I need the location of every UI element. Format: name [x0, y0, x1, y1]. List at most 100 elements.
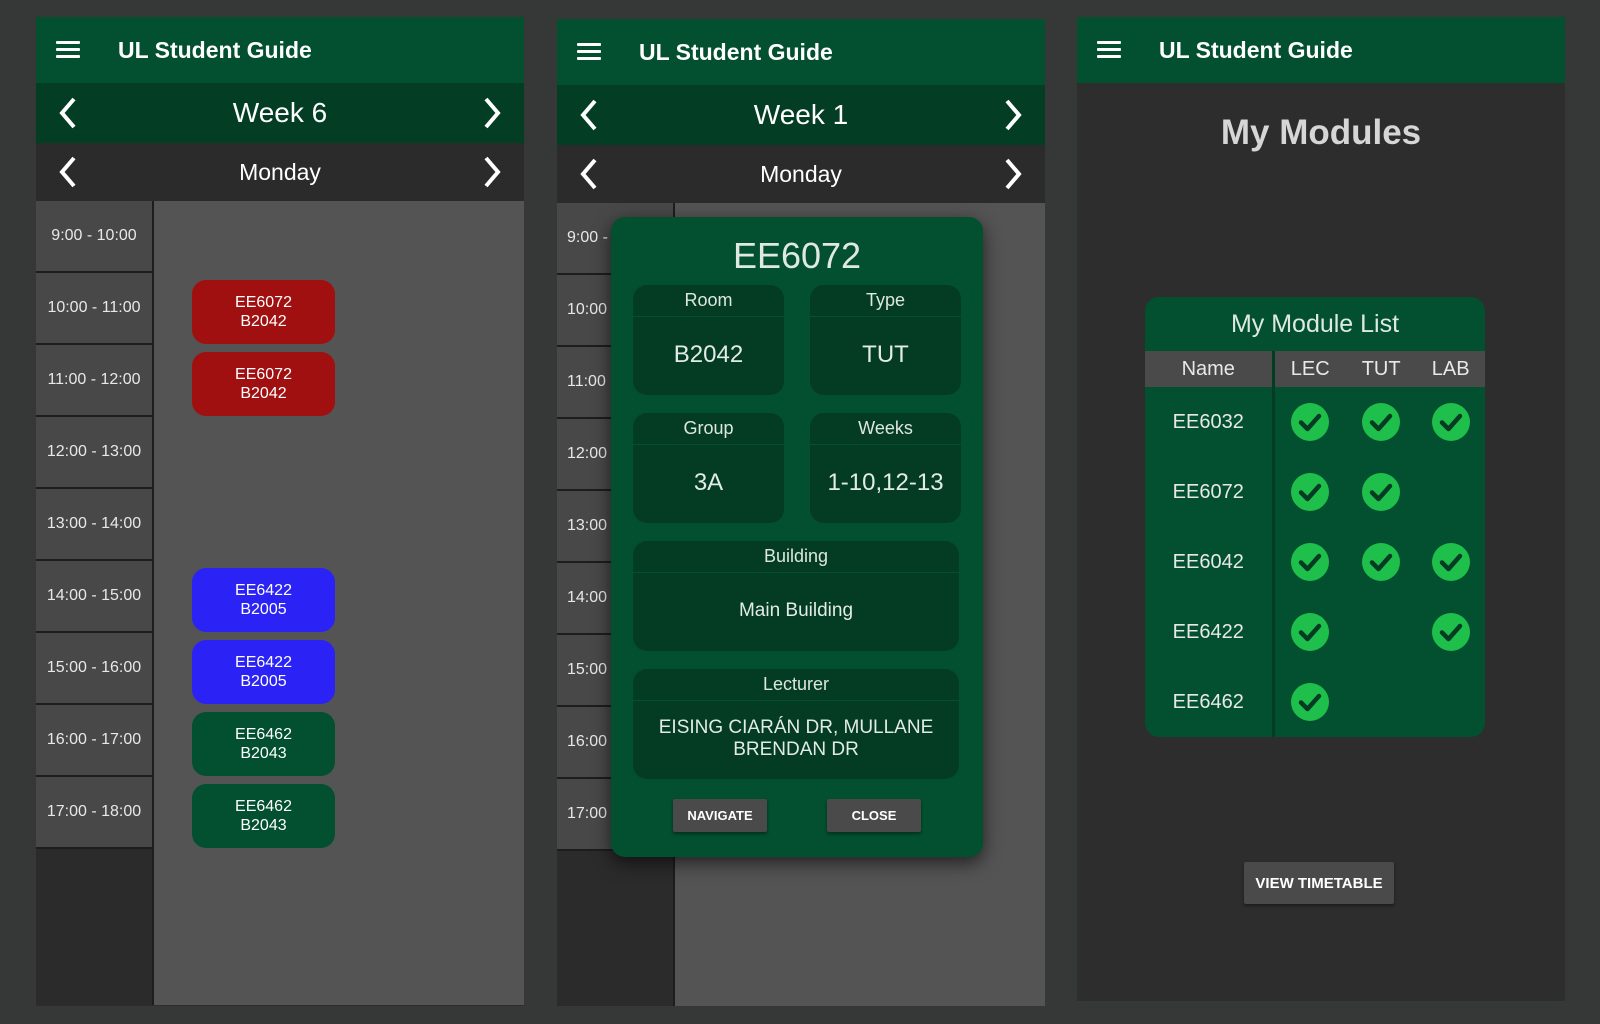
previous-week-chevron-left-icon[interactable]: [575, 98, 603, 132]
class-block-lecture[interactable]: EE6072 B2042: [192, 352, 335, 416]
module-name: EE6032: [1145, 387, 1275, 457]
group-card: Group 3A: [633, 413, 784, 523]
checkmark-icon: [1291, 683, 1330, 721]
class-module: EE6422: [235, 582, 292, 599]
day-schedule: 9:00 - 10:00 10:00 - 11:00 11:00 - 12:00…: [36, 201, 524, 1005]
building-card: Building Main Building: [633, 541, 959, 651]
view-timetable-button[interactable]: VIEW TIMETABLE: [1244, 862, 1394, 904]
navigate-button[interactable]: NAVIGATE: [673, 799, 767, 832]
column-header-lab: LAB: [1416, 351, 1485, 387]
building-value: Main Building: [738, 600, 854, 621]
class-room: B2005: [240, 673, 287, 690]
hamburger-menu-icon[interactable]: [56, 41, 80, 59]
class-room: B2043: [240, 745, 287, 762]
previous-day-chevron-left-icon[interactable]: [54, 155, 82, 189]
class-block-tutorial[interactable]: EE6462 B2043: [192, 712, 335, 776]
lecturer-label: Lecturer: [633, 669, 959, 701]
checkmark-icon: [1362, 473, 1401, 511]
tut-cell: [1346, 457, 1416, 527]
hamburger-menu-icon[interactable]: [577, 43, 601, 61]
column-header-tut: TUT: [1346, 351, 1417, 387]
time-slot: 9:00 - 10:00: [36, 201, 152, 273]
app-title: UL Student Guide: [1159, 36, 1353, 63]
lec-cell: [1273, 597, 1346, 667]
module-row: EE6072: [1145, 457, 1485, 527]
checkmark-icon: [1431, 613, 1470, 651]
week-selector: Week 6: [36, 83, 524, 143]
class-block-lecture[interactable]: EE6072 B2042: [192, 280, 335, 344]
tut-cell: [1346, 387, 1416, 457]
app-title: UL Student Guide: [639, 38, 833, 65]
lab-cell: [1416, 597, 1485, 667]
lab-cell: [1416, 387, 1485, 457]
lab-cell: [1416, 527, 1485, 597]
module-row: EE6462: [1145, 667, 1485, 737]
group-label: Group: [633, 413, 784, 445]
class-block-tutorial[interactable]: EE6462 B2043: [192, 784, 335, 848]
app-bar: UL Student Guide: [36, 17, 524, 83]
time-slot: 12:00 - 13:00: [36, 417, 152, 489]
class-module: EE6462: [235, 798, 292, 815]
time-slot: 10:00 - 11:00: [36, 273, 152, 345]
weeks-card: Weeks 1-10,12-13: [810, 413, 961, 523]
type-value: TUT: [862, 341, 909, 368]
room-value: B2042: [673, 341, 744, 368]
room-card: Room B2042: [633, 285, 784, 395]
lecturer-value: EISING CIARÁN DR, MULLANE BRENDAN DR: [658, 717, 934, 760]
module-table: Name LEC TUT LAB EE6032 EE6072 EE6042 EE642…: [1145, 351, 1485, 737]
tut-cell: [1346, 597, 1416, 667]
lab-cell: [1416, 667, 1485, 737]
module-row: EE6032: [1145, 387, 1485, 457]
module-row: EE6042: [1145, 527, 1485, 597]
week-label: Week 6: [232, 97, 328, 128]
hamburger-menu-icon[interactable]: [1097, 41, 1121, 59]
day-selector: Monday: [557, 145, 1045, 203]
day-selector: Monday: [36, 143, 524, 201]
tut-cell: [1346, 667, 1416, 737]
class-module: EE6462: [235, 726, 292, 743]
class-room: B2005: [240, 601, 287, 618]
module-name: EE6462: [1145, 667, 1275, 737]
page-title: My Modules: [1220, 113, 1422, 152]
lec-cell: [1273, 457, 1346, 527]
timetable-screen-week6: UL Student Guide Week 6 Monday 9:00 - 10…: [36, 17, 524, 1006]
lab-cell: [1416, 457, 1485, 527]
class-block-lab[interactable]: EE6422 B2005: [192, 568, 335, 632]
weeks-label: Weeks: [810, 413, 961, 445]
group-value: 3A: [693, 469, 724, 496]
class-block-lab[interactable]: EE6422 B2005: [192, 640, 335, 704]
module-list-title: My Module List: [1230, 309, 1400, 338]
class-room: B2043: [240, 817, 287, 834]
class-room: B2042: [240, 313, 287, 330]
next-week-chevron-right-icon[interactable]: [999, 98, 1027, 132]
dialog-title: EE6072: [732, 235, 862, 276]
tut-cell: [1346, 527, 1416, 597]
lec-cell: [1273, 667, 1346, 737]
close-button[interactable]: CLOSE: [827, 799, 921, 832]
module-list-card: My Module List Name LEC TUT LAB EE6032 EE…: [1145, 297, 1485, 737]
my-modules-screen: UL Student Guide My Modules My Module Li…: [1077, 17, 1565, 1001]
previous-week-chevron-left-icon[interactable]: [54, 96, 82, 130]
time-slot: 15:00 - 16:00: [36, 633, 152, 705]
day-label: Monday: [239, 158, 321, 185]
module-name: EE6072: [1145, 457, 1275, 527]
time-slot: 13:00 - 14:00: [36, 489, 152, 561]
lec-cell: [1273, 527, 1346, 597]
class-module: EE6072: [235, 366, 292, 383]
checkmark-icon: [1431, 543, 1470, 581]
week-label: Week 1: [753, 99, 849, 130]
column-header-name: Name: [1145, 351, 1275, 387]
checkmark-icon: [1362, 543, 1401, 581]
day-label: Monday: [760, 160, 842, 187]
next-day-chevron-right-icon[interactable]: [478, 155, 506, 189]
class-module: EE6422: [235, 654, 292, 671]
module-name: EE6042: [1145, 527, 1275, 597]
previous-day-chevron-left-icon[interactable]: [575, 157, 603, 191]
class-details-dialog: EE6072 Room B2042 Type TUT Group 3A Week…: [611, 217, 983, 857]
next-week-chevron-right-icon[interactable]: [478, 96, 506, 130]
next-day-chevron-right-icon[interactable]: [999, 157, 1027, 191]
class-module: EE6072: [235, 294, 292, 311]
app-title: UL Student Guide: [118, 36, 312, 63]
checkmark-icon: [1291, 473, 1330, 511]
lecturer-card: Lecturer EISING CIARÁN DR, MULLANE BREND…: [633, 669, 959, 779]
